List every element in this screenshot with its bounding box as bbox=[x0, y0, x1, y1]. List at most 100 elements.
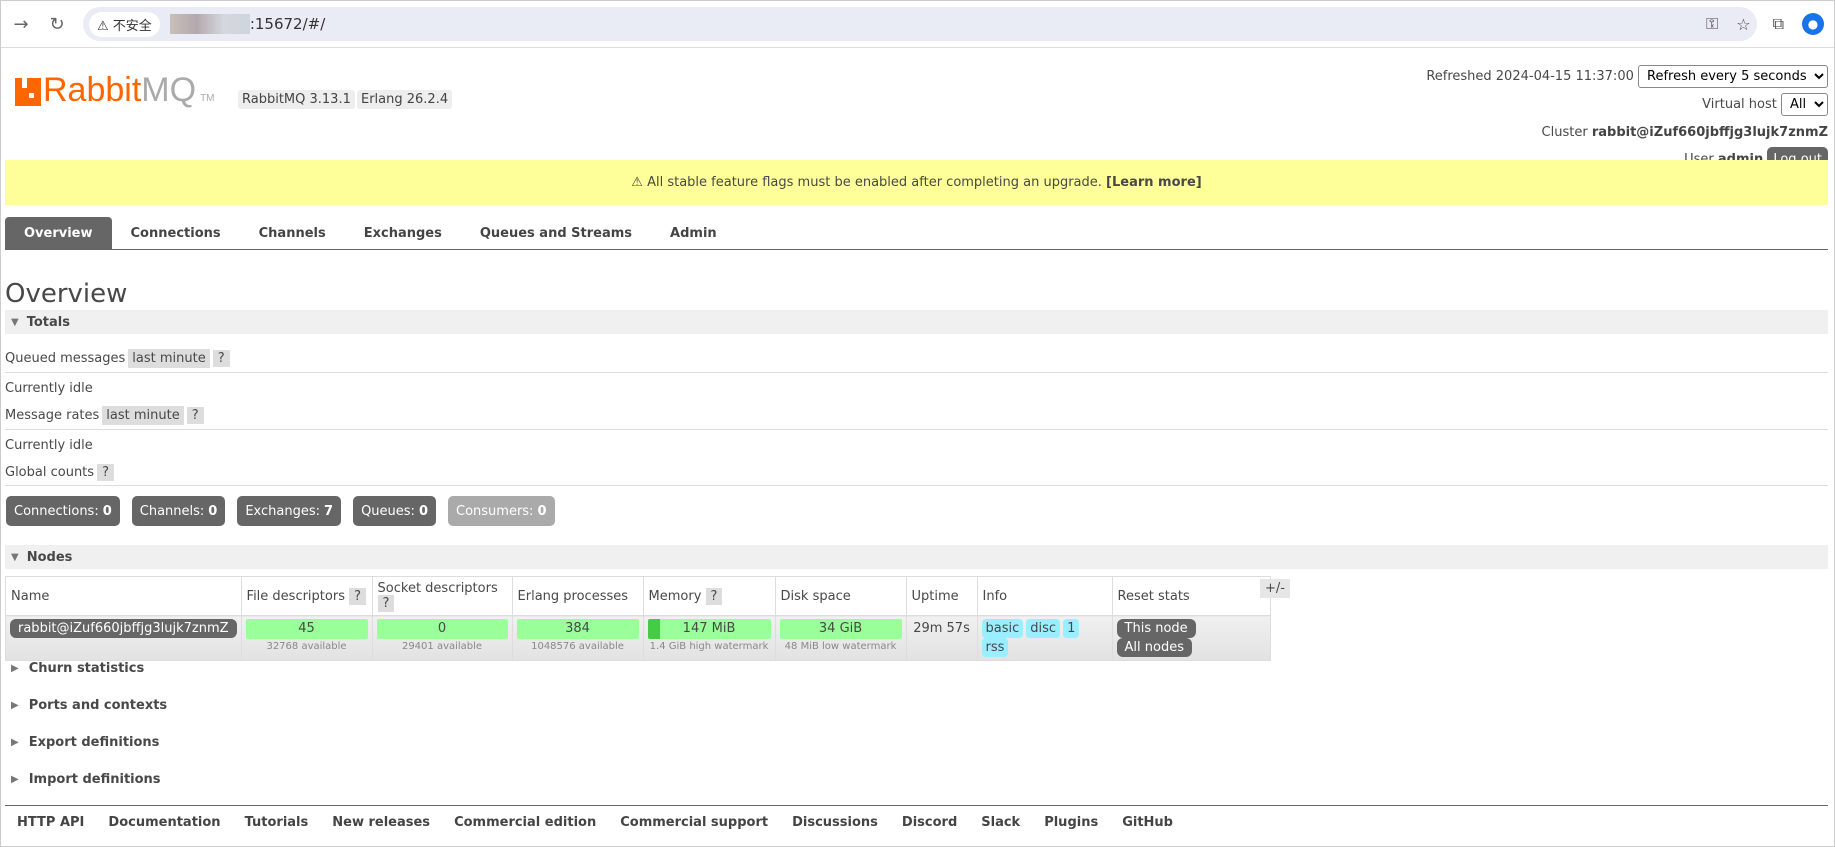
help-button[interactable]: ? bbox=[212, 350, 230, 367]
tab-exchanges[interactable]: Exchanges bbox=[345, 217, 461, 249]
rabbit-logo-icon bbox=[15, 78, 41, 106]
message-rates-row: Message rates last minute? bbox=[5, 406, 1828, 430]
export-definitions-section[interactable]: ▶ Export definitions bbox=[11, 735, 159, 750]
disk-bar: 34 GiB bbox=[779, 619, 902, 639]
col-disk: Disk space bbox=[774, 576, 907, 616]
learn-more-link[interactable]: [Learn more] bbox=[1106, 175, 1202, 190]
import-definitions-section[interactable]: ▶ Import definitions bbox=[11, 772, 161, 787]
nodes-title: Nodes bbox=[26, 549, 73, 565]
queues-count[interactable]: Queues: 0 bbox=[353, 496, 436, 526]
help-button[interactable]: ? bbox=[377, 595, 395, 612]
table-header: Name File descriptors ? Socket descripto… bbox=[5, 576, 1271, 616]
address-bar[interactable]: ⚠ 不安全 :15672/#/ ⚿ ☆ bbox=[83, 7, 1757, 41]
footer-link-discussions[interactable]: Discussions bbox=[792, 815, 878, 830]
table-row: rabbit@iZuf660jbffjg3lujk7znmZ 45 32768 a… bbox=[5, 615, 1271, 661]
queued-label: Queued messages bbox=[5, 351, 126, 366]
footer-link-commercial-edition[interactable]: Commercial edition bbox=[454, 815, 596, 830]
uptime-value: 29m 57s bbox=[905, 615, 978, 661]
rates-range-select[interactable]: last minute bbox=[102, 406, 184, 425]
vhost-select[interactable]: All bbox=[1781, 93, 1828, 116]
help-button[interactable]: ? bbox=[186, 407, 204, 424]
churn-statistics-section[interactable]: ▶ Churn statistics bbox=[11, 661, 144, 676]
tab-connections[interactable]: Connections bbox=[112, 217, 240, 249]
columns-toggle-button[interactable]: +/- bbox=[1260, 579, 1290, 598]
global-counts-row: Global counts? bbox=[5, 464, 1828, 486]
cluster-label: Cluster bbox=[1541, 125, 1588, 140]
logo-tm: TM bbox=[200, 93, 215, 104]
col-sd: Socket descriptors ? bbox=[371, 576, 513, 616]
logo-text-mq: MQ bbox=[141, 71, 197, 109]
profile-avatar[interactable]: ● bbox=[1802, 13, 1824, 35]
fd-bar: 45 bbox=[245, 619, 368, 639]
sd-available: 29401 available bbox=[401, 641, 483, 652]
fd-available: 32768 available bbox=[266, 641, 347, 652]
consumers-count[interactable]: Consumers: 0 bbox=[448, 496, 555, 526]
global-counts: Connections: 0 Channels: 0 Exchanges: 7 Que… bbox=[6, 496, 555, 526]
channels-count[interactable]: Channels: 0 bbox=[131, 496, 226, 526]
tab-channels[interactable]: Channels bbox=[240, 217, 345, 249]
erlang-available: 1048576 available bbox=[531, 641, 624, 652]
expand-triangle-icon: ▶ bbox=[11, 774, 19, 785]
col-uptime: Uptime bbox=[905, 576, 978, 616]
cluster-name: rabbit@iZuf660jbffjg3lujk7znmZ bbox=[1591, 125, 1828, 140]
col-fd: File descriptors ? bbox=[240, 576, 373, 616]
header-status: Refreshed 2024-04-15 11:37:00 Refresh ev… bbox=[1426, 63, 1828, 173]
help-button[interactable]: ? bbox=[705, 587, 723, 605]
extensions-icon[interactable]: ⧉ bbox=[1773, 14, 1784, 34]
footer-link-new-releases[interactable]: New releases bbox=[332, 815, 430, 830]
page-title: Overview bbox=[5, 279, 128, 309]
global-counts-label: Global counts bbox=[5, 465, 95, 480]
memory-watermark: 1.4 GiB high watermark bbox=[649, 641, 769, 652]
col-name: Name bbox=[5, 576, 242, 616]
footer-link-documentation[interactable]: Documentation bbox=[108, 815, 220, 830]
totals-section-header[interactable]: ▼ Totals bbox=[5, 310, 1828, 334]
star-icon[interactable]: ☆ bbox=[1736, 15, 1750, 34]
footer-link-github[interactable]: GitHub bbox=[1122, 815, 1173, 830]
exchanges-count[interactable]: Exchanges: 7 bbox=[237, 496, 342, 526]
queued-messages-row: Queued messages last minute? bbox=[5, 349, 1828, 373]
footer-link-plugins[interactable]: Plugins bbox=[1044, 815, 1098, 830]
reset-all-nodes-button[interactable]: All nodes bbox=[1116, 638, 1192, 657]
expand-triangle-icon: ▶ bbox=[11, 737, 19, 748]
connections-count[interactable]: Connections: 0 bbox=[6, 496, 120, 526]
forward-icon[interactable]: → bbox=[11, 14, 31, 35]
info-tag: disc bbox=[1026, 619, 1061, 638]
banner-text: ⚠ All stable feature flags must be enabl… bbox=[631, 175, 1102, 190]
key-icon[interactable]: ⚿ bbox=[1706, 14, 1718, 34]
reset-this-node-button[interactable]: This node bbox=[1116, 619, 1196, 638]
footer-link-discord[interactable]: Discord bbox=[902, 815, 957, 830]
security-label: 不安全 bbox=[112, 18, 152, 34]
tab-overview[interactable]: Overview bbox=[5, 217, 112, 249]
col-erlang: Erlang processes bbox=[511, 576, 644, 616]
erlang-bar: 384 bbox=[516, 619, 639, 639]
refresh-select[interactable]: Refresh every 5 seconds bbox=[1638, 65, 1828, 88]
erlang-version: Erlang 26.2.4 bbox=[357, 90, 453, 109]
info-tag: basic bbox=[981, 619, 1024, 638]
rates-idle-text: Currently idle bbox=[5, 438, 93, 453]
queued-range-select[interactable]: last minute bbox=[128, 349, 210, 368]
totals-title: Totals bbox=[26, 314, 70, 330]
main-tabs: Overview Connections Channels Exchanges … bbox=[5, 217, 1828, 250]
tab-queues[interactable]: Queues and Streams bbox=[461, 217, 651, 249]
browser-toolbar: → ↻ ⚠ 不安全 :15672/#/ ⚿ ☆ ⧉ ● bbox=[1, 1, 1834, 48]
nodes-section-header[interactable]: ▼ Nodes bbox=[5, 545, 1828, 569]
reload-icon[interactable]: ↻ bbox=[47, 14, 67, 35]
refreshed-label: Refreshed 2024-04-15 11:37:00 bbox=[1426, 69, 1634, 84]
vhost-label: Virtual host bbox=[1702, 97, 1777, 112]
security-indicator[interactable]: ⚠ 不安全 bbox=[89, 11, 160, 37]
help-button[interactable]: ? bbox=[349, 587, 367, 605]
collapse-triangle-icon: ▼ bbox=[11, 551, 19, 563]
queued-idle-text: Currently idle bbox=[5, 381, 93, 396]
help-button[interactable]: ? bbox=[97, 464, 114, 481]
footer-link-http-api[interactable]: HTTP API bbox=[17, 815, 84, 830]
footer-link-tutorials[interactable]: Tutorials bbox=[245, 815, 309, 830]
ports-contexts-section[interactable]: ▶ Ports and contexts bbox=[11, 698, 167, 713]
node-name-link[interactable]: rabbit@iZuf660jbffjg3lujk7znmZ bbox=[10, 619, 237, 638]
rates-label: Message rates bbox=[5, 408, 100, 423]
tab-admin[interactable]: Admin bbox=[651, 217, 736, 249]
rabbitmq-logo[interactable]: Rabbit MQ TM bbox=[15, 71, 215, 110]
footer-link-slack[interactable]: Slack bbox=[981, 815, 1020, 830]
footer-link-commercial-support[interactable]: Commercial support bbox=[620, 815, 768, 830]
col-info: Info bbox=[976, 576, 1113, 616]
col-reset: Reset stats bbox=[1111, 576, 1271, 616]
